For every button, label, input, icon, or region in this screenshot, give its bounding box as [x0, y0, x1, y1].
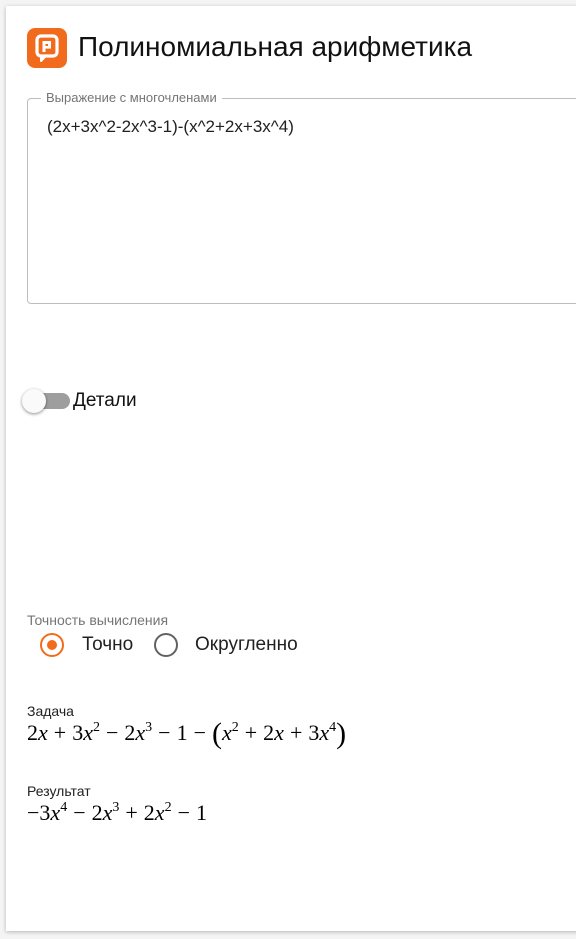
radio-exact[interactable] — [40, 633, 64, 657]
radio-rounded-label[interactable]: Округленно — [195, 633, 298, 657]
expression-input-value[interactable]: (2x+3x^2-2x^3-1)-(x^2+2x+3x^4) — [47, 116, 567, 138]
details-toggle[interactable] — [22, 389, 70, 413]
app-title: Полиномиальная арифметика — [78, 31, 473, 62]
toggle-thumb[interactable] — [22, 389, 46, 413]
details-toggle-label[interactable]: Детали — [73, 389, 137, 413]
radio-exact-label[interactable]: Точно — [82, 633, 133, 657]
result-formula: −3x4−2x3 +2x2−1 — [27, 800, 207, 825]
p-badge-icon — [35, 34, 59, 62]
precision-group-label: Точность вычисления — [27, 612, 169, 628]
radio-rounded[interactable] — [154, 633, 178, 657]
page: Полиномиальная арифметика Выражение с мн… — [0, 0, 576, 939]
expression-field-label: Выражение с многочленами — [41, 90, 222, 106]
task-formula: 2x +3x2−2x3−1− (x2 +2x +3x4) — [27, 717, 347, 750]
app-logo-icon — [27, 28, 67, 68]
